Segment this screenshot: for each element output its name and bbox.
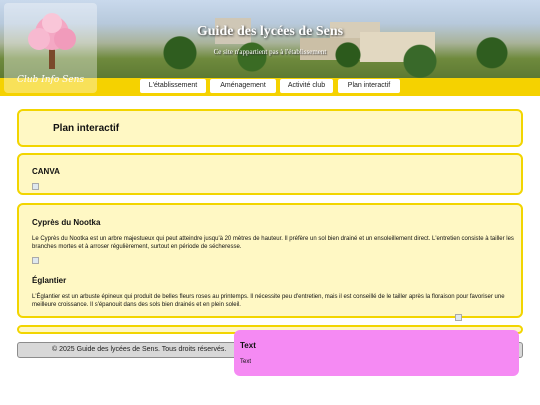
broken-image-icon <box>32 257 39 264</box>
logo-caption: Club Info Sens <box>16 75 85 85</box>
canva-title: CANVA <box>32 167 60 176</box>
canva-section: CANVA <box>17 153 523 195</box>
broken-image-icon <box>32 183 39 190</box>
page-title: Plan interactif <box>53 123 120 134</box>
plants-section: Cyprès du Nootka Le Cyprès du Nootka est… <box>17 203 523 318</box>
entry-text-cypres: Le Cyprès du Nootka est un arbre majestu… <box>32 236 514 250</box>
entry-title-cypres: Cyprès du Nootka <box>32 218 101 227</box>
club-logo[interactable]: Club Info Sens <box>4 3 97 93</box>
nav-item-plan-interactif[interactable]: Plan interactif <box>338 79 400 93</box>
site-subtitle: Ce site n'appartient pas à l'établisseme… <box>213 48 327 56</box>
footer-copyright: © 2025 Guide des lycées de Sens. Tous dr… <box>52 346 227 353</box>
entry-title-eglantier: Églantier <box>32 276 67 285</box>
nav-item-etablissement[interactable]: L'établissement <box>140 79 206 93</box>
text-popup[interactable]: Text Text <box>234 330 519 376</box>
popup-title: Text <box>240 341 256 350</box>
entry-text-eglantier: L'Églantier est un arbuste épineux qui p… <box>32 294 505 308</box>
broken-image-icon <box>455 314 462 321</box>
site-title: Guide des lycées de Sens <box>196 24 344 39</box>
nav-item-activite-club[interactable]: Activité club <box>280 79 333 93</box>
nav-item-amenagement[interactable]: Aménagement <box>210 79 276 93</box>
popup-body: Text <box>240 359 252 365</box>
page-title-box: Plan interactif <box>17 109 523 147</box>
site-header: Club Info Sens Guide des lycées de Sens … <box>0 0 540 96</box>
cherry-tree-icon <box>28 13 76 69</box>
